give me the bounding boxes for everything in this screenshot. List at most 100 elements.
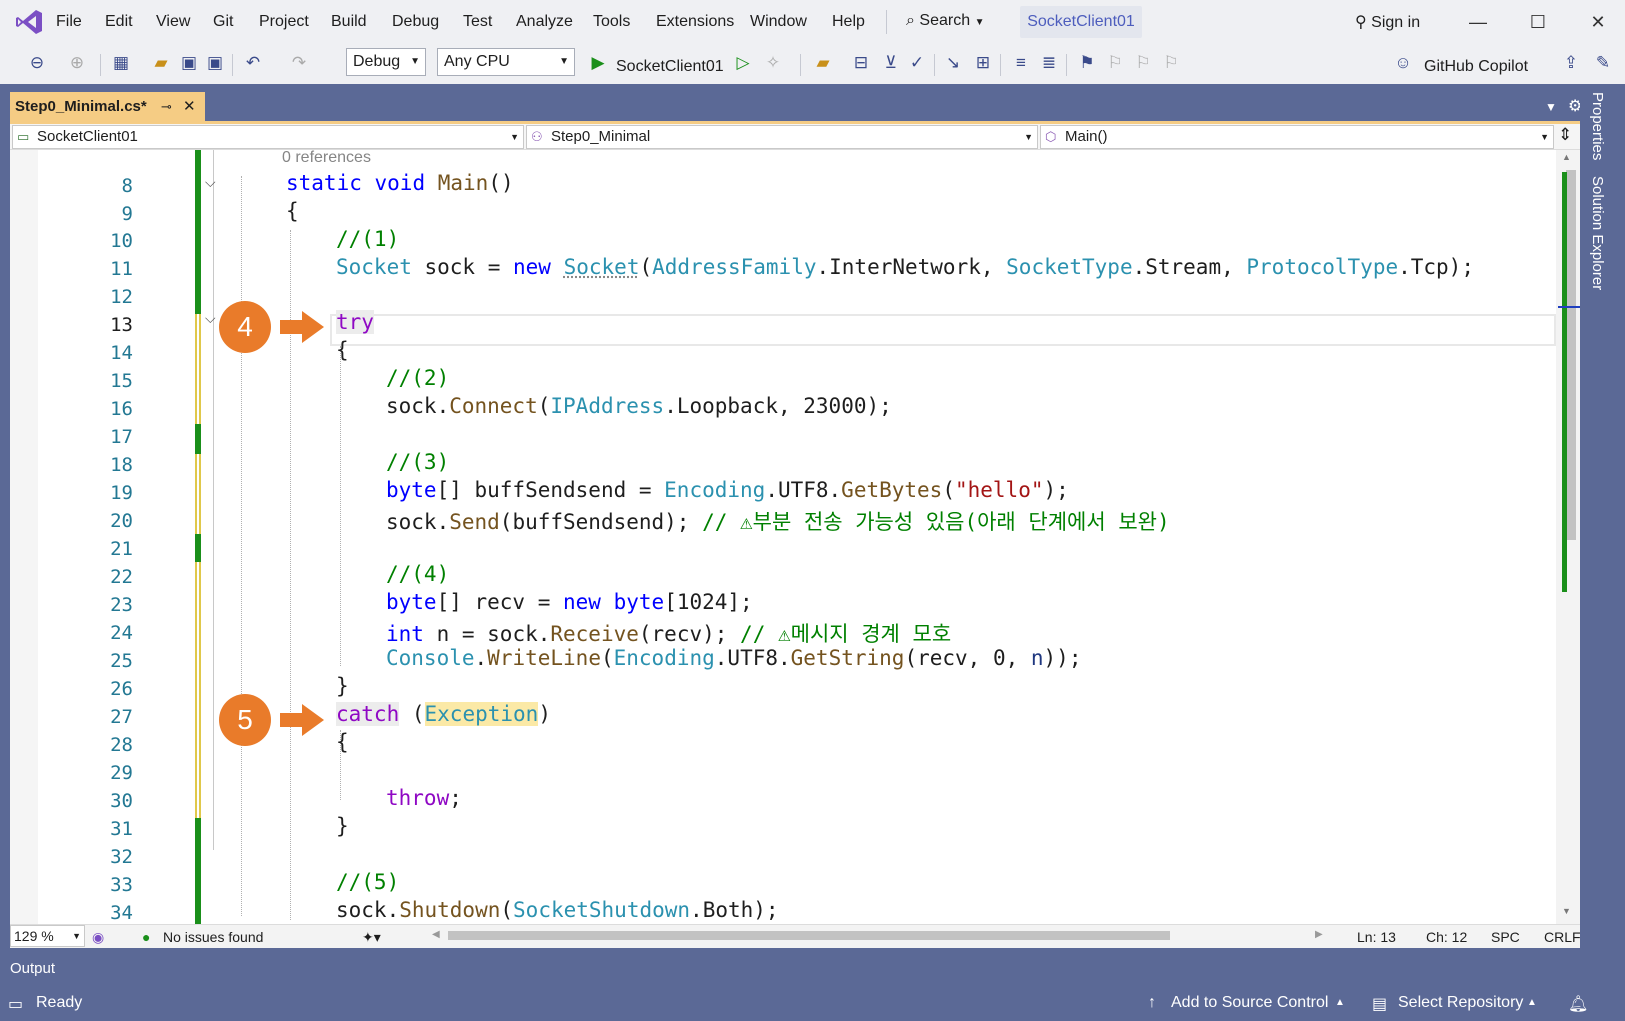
whitespace-indicator[interactable]: SPC (1491, 929, 1520, 945)
start-debugging-icon[interactable]: ▶ (587, 52, 609, 74)
select-repository-button[interactable]: Select Repository (1398, 994, 1523, 1012)
line-number: 28 (110, 734, 133, 756)
step-into-icon[interactable]: ↘ (942, 52, 964, 74)
menu-test[interactable]: Test (463, 13, 492, 31)
project-dropdown[interactable]: ▭ SocketClient01 ▼ (12, 125, 524, 149)
codelens-references[interactable]: 0 references (282, 149, 371, 167)
save-icon[interactable]: ▣ (178, 52, 200, 74)
clear-bookmarks-icon[interactable]: ⚐ (1160, 52, 1182, 74)
issues-status[interactable]: No issues found (163, 929, 263, 945)
filter-icon[interactable]: ⊻ (880, 52, 902, 74)
menu-project[interactable]: Project (259, 13, 309, 31)
sign-in-label: Sign in (1371, 14, 1421, 31)
menu-tools[interactable]: Tools (593, 13, 630, 31)
uncomment-lines-icon[interactable]: ≣ (1038, 52, 1060, 74)
column-indicator[interactable]: Ch: 12 (1426, 929, 1467, 945)
line-ending-indicator[interactable]: CRLF (1544, 929, 1581, 945)
glyph-margin[interactable] (10, 150, 38, 924)
solution-explorer-tab[interactable]: Solution Explorer (1589, 176, 1606, 290)
notification-bell-icon[interactable]: 🔔︎ (1568, 994, 1588, 1014)
split-window-icon[interactable]: ⇕ (1558, 125, 1572, 145)
close-icon[interactable]: ✕ (1583, 8, 1613, 36)
toolbar-separator (232, 54, 233, 76)
keyword-try: try (336, 310, 374, 334)
search-button[interactable]: ⌕ Search ▼ (906, 12, 984, 30)
code-cleanup-icon[interactable]: ✦▾ (362, 929, 381, 946)
sign-in-button[interactable]: ⚲ Sign in (1355, 12, 1420, 32)
run-target-label[interactable]: SocketClient01 (616, 58, 724, 76)
line-indicator[interactable]: Ln: 13 (1357, 929, 1396, 945)
new-project-icon[interactable]: ▦ (110, 52, 132, 74)
copilot-status-icon[interactable]: ◉ (92, 929, 104, 946)
share-icon[interactable]: ⇪ (1560, 52, 1582, 74)
pin-icon[interactable]: ⊸ (161, 92, 172, 122)
code-line-28: { (336, 730, 349, 754)
horizontal-scrollbar-thumb[interactable] (448, 931, 1170, 940)
scroll-right-icon[interactable]: ▶ (1315, 929, 1323, 940)
method-name: Main (437, 171, 489, 195)
feedback-icon[interactable]: ✎ (1592, 52, 1614, 74)
type-name: SocketType (1006, 255, 1133, 279)
properties-tab[interactable]: Properties (1589, 92, 1606, 160)
menu-window[interactable]: Window (750, 13, 807, 31)
previous-bookmark-icon[interactable]: ⚐ (1104, 52, 1126, 74)
vertical-scrollbar-thumb[interactable] (1566, 170, 1576, 540)
spell-check-icon[interactable]: ✓ (906, 52, 928, 74)
member-dropdown[interactable]: ⬡ Main() ▼ (1040, 125, 1554, 149)
menu-extensions[interactable]: Extensions (656, 13, 734, 31)
menu-debug[interactable]: Debug (392, 13, 439, 31)
scroll-left-icon[interactable]: ◀ (432, 929, 440, 940)
hot-reload-icon[interactable]: ✧ (762, 52, 784, 74)
menu-git[interactable]: Git (213, 13, 233, 31)
source-control-arrow-icon: ↑ (1148, 994, 1156, 1011)
scroll-up-icon[interactable]: ▲ (1562, 152, 1571, 162)
redo-icon[interactable]: ↷ (288, 52, 310, 74)
scroll-down-icon[interactable]: ▼ (1562, 906, 1571, 916)
code-line-23: byte[] recv = new byte[1024]; (386, 590, 753, 614)
code-text: sock. (386, 394, 450, 418)
maximize-icon[interactable]: ☐ (1523, 8, 1553, 36)
configuration-dropdown[interactable]: Debug ▼ (346, 48, 426, 76)
solution-folder-icon[interactable]: ▰ (812, 52, 834, 74)
github-copilot-button[interactable]: GitHub Copilot (1424, 58, 1528, 76)
collapse-icon[interactable]: ⌵ (205, 310, 216, 327)
code-text: ( (639, 255, 653, 279)
object-browser-icon[interactable]: ⊞ (972, 52, 994, 74)
visual-studio-logo-icon[interactable] (14, 8, 44, 36)
notifications-panel-icon[interactable]: ▭ (8, 994, 23, 1014)
bookmark-icon[interactable]: ⚑ (1076, 52, 1098, 74)
menu-view[interactable]: View (156, 13, 190, 31)
navigate-forward-icon[interactable]: ⊕ (66, 52, 88, 74)
code-text: (recv, 0, (904, 646, 1031, 670)
code-text: n = sock. (423, 622, 551, 646)
menu-build[interactable]: Build (331, 13, 367, 31)
layout-icon[interactable]: ⊟ (850, 52, 872, 74)
minimize-icon[interactable]: — (1463, 8, 1493, 36)
add-to-source-control-button[interactable]: Add to Source Control (1171, 994, 1328, 1012)
zoom-dropdown[interactable]: 129 % ▼ (10, 925, 85, 947)
string-literal: "hello" (954, 478, 1044, 502)
type-name: Socket (563, 255, 640, 279)
comment-lines-icon[interactable]: ≡ (1010, 52, 1032, 74)
close-tab-icon[interactable]: ✕ (183, 92, 196, 122)
start-without-debugging-icon[interactable]: ▷ (732, 52, 754, 74)
code-line-13: try (336, 310, 374, 334)
undo-icon[interactable]: ↶ (242, 52, 264, 74)
menu-help[interactable]: Help (832, 13, 865, 31)
chevron-down-icon: ▼ (1024, 132, 1033, 142)
type-dropdown[interactable]: ⚇ Step0_Minimal ▼ (526, 125, 1038, 149)
tab-step0-minimal[interactable]: Step0_Minimal.cs* ⊸ ✕ (10, 92, 205, 122)
platform-dropdown[interactable]: Any CPU ▼ (437, 48, 575, 76)
line-number: 33 (110, 874, 133, 896)
output-panel-tab[interactable]: Output (0, 955, 1625, 985)
save-all-icon[interactable]: ▣ (204, 52, 226, 74)
standard-toolbar: ⊖ ⊕ ▦ ▰ ▣ ▣ ↶ ↷ Debug ▼ Any CPU ▼ ▶ Sock… (0, 44, 1625, 84)
tab-list-dropdown-icon[interactable]: ▼ (1545, 100, 1557, 114)
menu-file[interactable]: File (56, 13, 82, 31)
menu-analyze[interactable]: Analyze (516, 13, 573, 31)
collapse-icon[interactable]: ⌵ (205, 174, 216, 191)
open-folder-icon[interactable]: ▰ (150, 52, 172, 74)
menu-edit[interactable]: Edit (105, 13, 133, 31)
next-bookmark-icon[interactable]: ⚐ (1132, 52, 1154, 74)
navigate-back-icon[interactable]: ⊖ (26, 52, 48, 74)
